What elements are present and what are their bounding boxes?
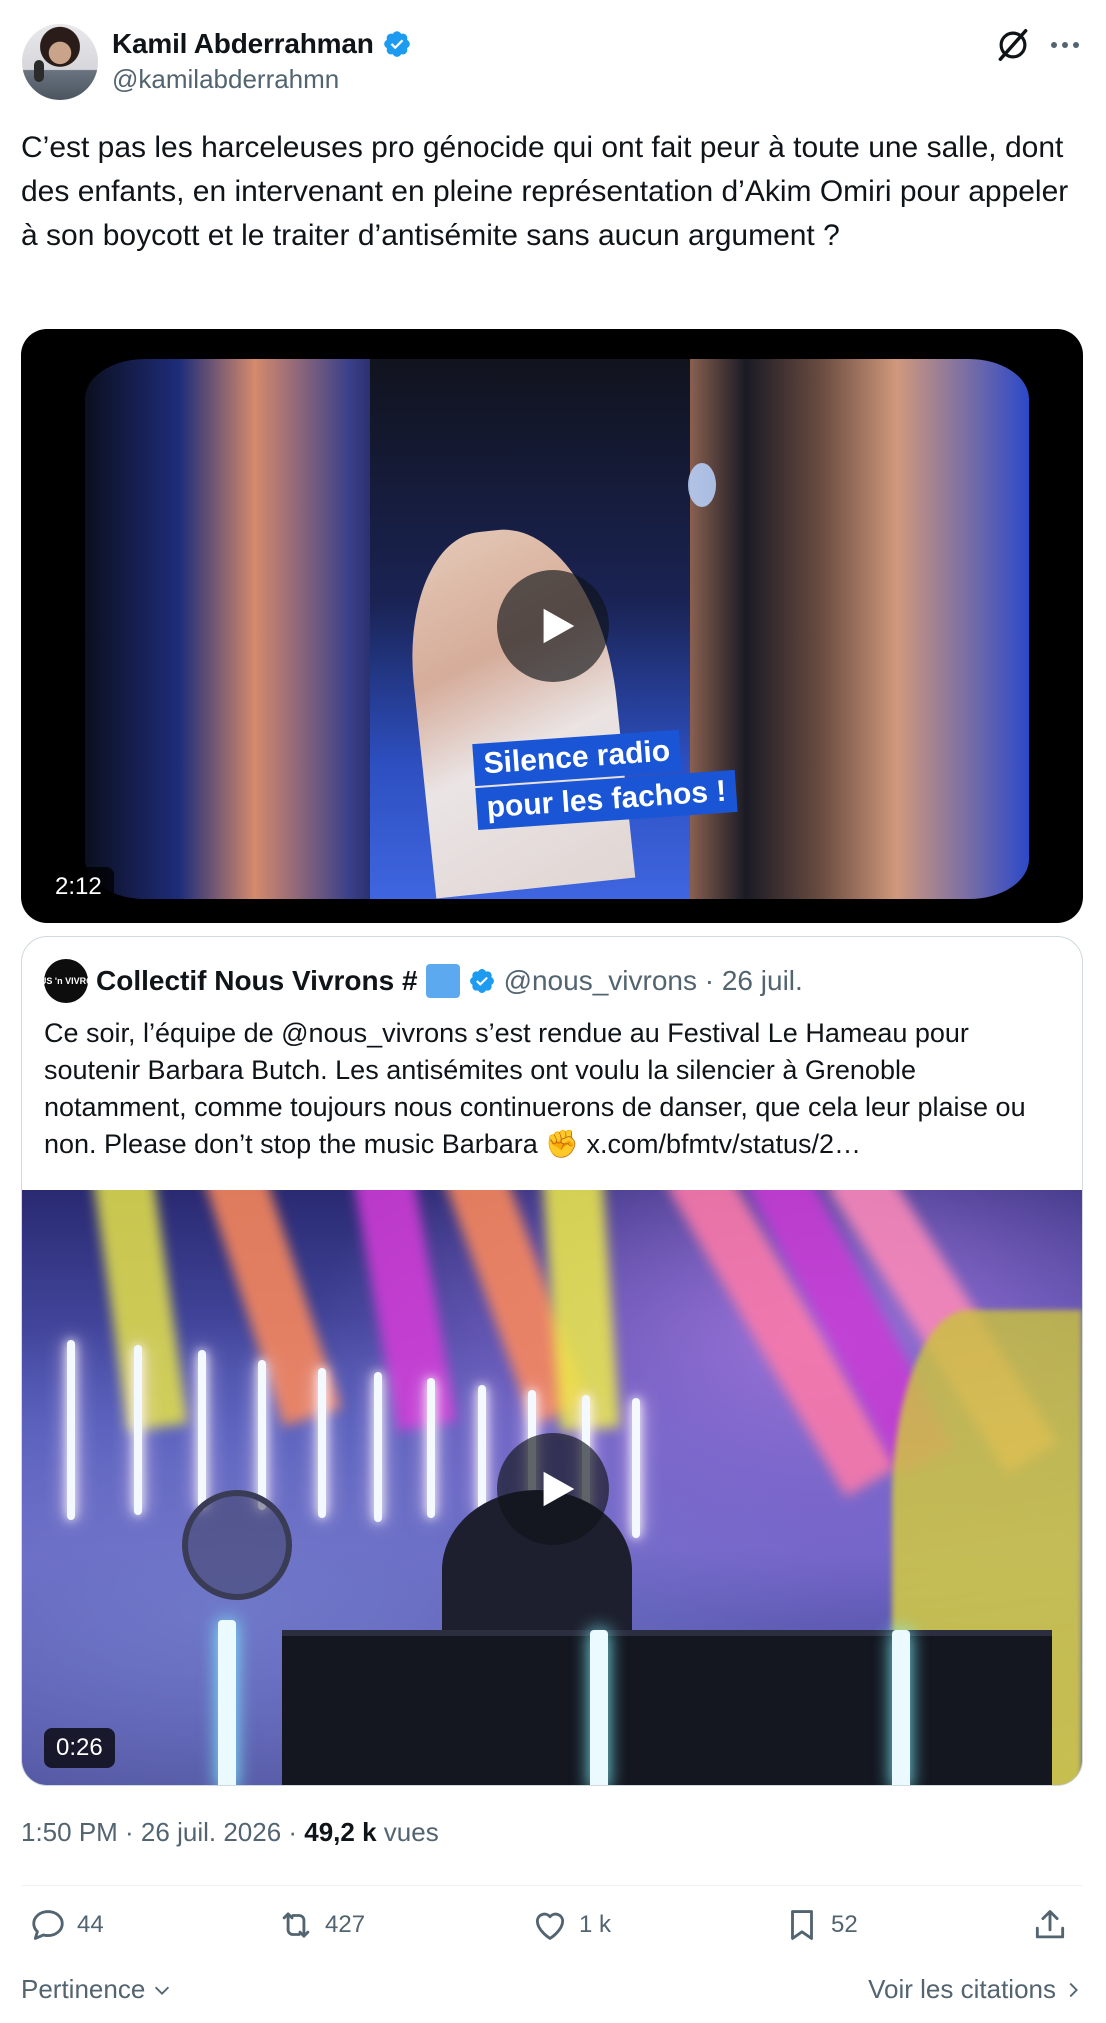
- tweet-meta: 1:50 PM · 26 juil. 2026 · 49,2 k vues: [21, 1817, 439, 1848]
- quoted-tweet-text: Ce soir, l’équipe de @nous_vivrons s’est…: [44, 1015, 1064, 1163]
- action-bar: 44 427 1 k 52: [21, 1906, 1083, 1952]
- views-count: 49,2 k: [304, 1817, 377, 1847]
- tweet-text: C’est pas les harceleuses pro génocide q…: [21, 131, 1069, 252]
- blue-square-emoji: [425, 964, 460, 998]
- quoted-link[interactable]: x.com/bfmtv/status/2…: [586, 1129, 861, 1159]
- quoted-author-name[interactable]: Collectif Nous Vivrons #: [96, 965, 418, 997]
- views-label: vues: [383, 1817, 439, 1847]
- view-quotes-label: Voir les citations: [868, 1974, 1056, 2004]
- quoted-handle-date[interactable]: @nous_vivrons · 26 juil.: [504, 965, 803, 997]
- grok-icon[interactable]: [994, 26, 1032, 64]
- quoted-tweet[interactable]: NOUS 'n VIVRONS Collectif Nous Vivrons #…: [21, 936, 1083, 1786]
- like-icon: [535, 1912, 565, 1940]
- reply-count: 44: [77, 1911, 104, 1938]
- reply-button[interactable]: 44: [29, 1906, 104, 1944]
- bookmark-icon: [791, 1910, 813, 1940]
- like-count: 1 k: [579, 1911, 612, 1938]
- repost-count: 427: [325, 1911, 366, 1938]
- repost-button[interactable]: 427: [277, 1906, 365, 1944]
- video-duration: 2:12: [43, 867, 114, 907]
- share-button[interactable]: [1031, 1906, 1069, 1944]
- chevron-right-icon: [1069, 1982, 1078, 1997]
- video-duration: 0:26: [44, 1728, 115, 1768]
- sort-label: Pertinence: [21, 1974, 146, 2004]
- reply-icon: [32, 1910, 64, 1940]
- play-icon: [543, 608, 575, 644]
- tweet-video[interactable]: Silence radio pour les fachos ! 2:12: [21, 329, 1083, 923]
- like-button[interactable]: 1 k: [531, 1906, 611, 1944]
- video-caption: Silence radio pour les fachos !: [472, 726, 738, 832]
- author-handle[interactable]: @kamilabderrahmn: [112, 64, 339, 95]
- view-quotes-link[interactable]: Voir les citations: [868, 1974, 1084, 2005]
- author-name-row: Kamil Abderrahman: [112, 28, 412, 60]
- play-button[interactable]: [497, 1433, 609, 1545]
- tweet-timestamp[interactable]: 1:50 PM · 26 juil. 2026 ·: [21, 1817, 304, 1847]
- quoted-tweet-header: NOUS 'n VIVRONS Collectif Nous Vivrons #…: [26, 959, 803, 1003]
- quoted-text-body: Ce soir, l’équipe de @nous_vivrons s’est…: [44, 1018, 1026, 1159]
- bookmark-count: 52: [831, 1911, 858, 1938]
- author-display-name[interactable]: Kamil Abderrahman: [112, 28, 374, 60]
- play-button[interactable]: [497, 570, 609, 682]
- quoted-avatar[interactable]: NOUS 'n VIVRONS: [26, 959, 106, 1003]
- repost-icon: [282, 1912, 310, 1938]
- bookmark-button[interactable]: 52: [783, 1906, 858, 1944]
- avatar[interactable]: [22, 24, 98, 100]
- divider: [21, 1885, 1083, 1886]
- tweet-header: Kamil Abderrahman @kamilabderrahmn: [22, 24, 1084, 100]
- more-icon[interactable]: [1046, 26, 1084, 64]
- play-icon: [543, 1471, 575, 1507]
- verified-badge-icon[interactable]: [382, 29, 412, 59]
- verified-badge-icon: [469, 969, 494, 993]
- chevron-down-icon: [155, 1986, 170, 1995]
- quoted-video[interactable]: 0:26: [22, 1190, 1082, 1785]
- share-icon: [1035, 1910, 1065, 1939]
- sort-dropdown[interactable]: Pertinence: [21, 1974, 173, 2005]
